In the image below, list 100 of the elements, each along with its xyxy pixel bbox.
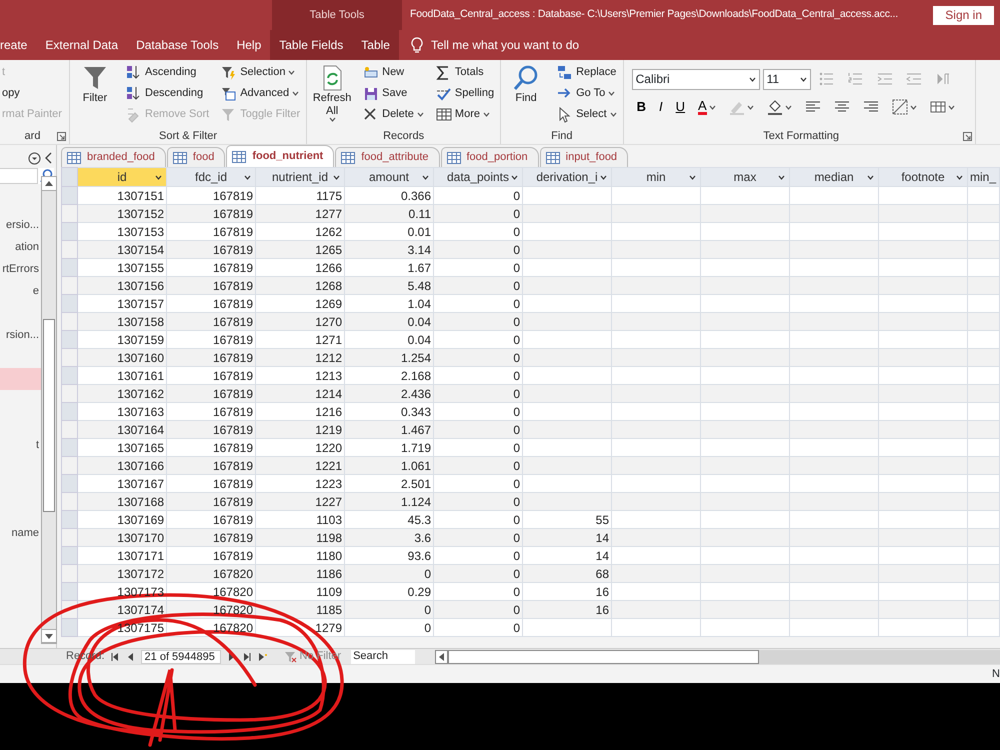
ribbon-button[interactable]: U [670,96,690,118]
table-cell: 167819 [166,528,256,546]
nav-item[interactable]: ation [0,236,41,258]
table-cell: 167819 [166,384,256,402]
column-header[interactable]: fdc_id [166,168,256,186]
ribbon-button[interactable]: Refresh All [311,62,354,128]
ribbon-button[interactable]: Advanced [219,83,302,104]
ribbon-tab[interactable]: Table Fields [270,30,352,60]
nav-item[interactable]: rsion... [0,324,41,346]
caret-icon [288,70,296,75]
paragraph-direction-icon [934,71,951,87]
scroll-down-icon[interactable] [45,634,53,638]
table-cell: 1.467 [344,420,434,438]
column-header[interactable]: min_ [968,168,1000,186]
sign-in-button[interactable]: Sign in [933,6,994,25]
ribbon-tab[interactable]: Help [228,30,270,60]
font-dropdown[interactable]: Calibri [632,68,760,90]
column-header[interactable]: derivation_i [522,168,612,186]
ribbon-button[interactable]: Replace [555,62,619,83]
ribbon-button[interactable]: Go To [555,83,619,104]
column-header[interactable]: median [790,168,878,186]
table-cell: 0 [434,204,522,222]
nav-item[interactable]: name [0,522,41,544]
table-cell: 0 [434,600,522,618]
dropdown-circle-icon[interactable] [28,152,41,164]
horizontal-scrollbar[interactable] [435,650,1000,664]
document-tab[interactable]: food [166,147,226,167]
ribbon-button[interactable]: Descending [124,83,212,104]
nav-item[interactable]: t [0,434,41,456]
ribbon-button[interactable]: New [361,62,426,83]
ribbon-button[interactable]: Save [361,83,426,104]
bullet-list-icon [818,71,835,87]
table-cell: 1221 [256,456,344,474]
ribbon-button[interactable]: Select [555,104,619,125]
caret-icon [422,174,429,180]
caret-icon [610,112,617,117]
column-header[interactable]: nutrient_id [256,168,344,186]
ribbon-button[interactable]: Delete [361,104,426,125]
dialog-launcher-icon[interactable] [962,132,972,141]
column-header[interactable]: footnote [878,168,968,186]
ribbon-button[interactable]: Totals [434,62,496,83]
tell-me-search[interactable]: Tell me what you want to do [430,36,580,54]
group-label: ard [24,129,42,144]
ribbon-button[interactable]: Ascending [124,62,212,83]
document-tab[interactable]: food_attribute [335,147,440,167]
nav-item[interactable]: e [0,280,41,302]
column-header[interactable]: data_points [434,168,522,186]
nav-item[interactable]: rtErrors [0,258,41,280]
ribbon-button[interactable]: Find [505,62,548,128]
table-cell: 1.124 [344,492,434,510]
column-header[interactable]: min [612,168,700,186]
table-cell: 0 [434,492,522,510]
ribbon-button[interactable]: opy [0,83,64,104]
ribbon-button[interactable]: Selection [219,62,302,83]
search-field[interactable] [0,168,38,184]
ribbon-tab[interactable]: Table [352,30,399,60]
ribbon-button[interactable]: Spelling [434,83,496,104]
first-record-button[interactable] [108,652,121,660]
document-tab[interactable]: branded_food [61,147,166,167]
record-position-field[interactable]: 21 of 5944895 [140,650,221,664]
ribbon-tab[interactable]: Database Tools [127,30,228,60]
table-cell: 1307158 [78,312,166,330]
document-tab[interactable]: food_portion [440,147,539,167]
table-icon [546,152,560,164]
scroll-left-icon[interactable] [439,652,444,660]
search-field[interactable]: Search [351,650,416,664]
select-all-corner[interactable] [62,168,78,186]
caret-icon [867,174,874,180]
ribbon-button[interactable]: More [434,104,496,125]
column-header[interactable]: amount [344,168,434,186]
document-tab[interactable]: input_food [540,147,628,167]
table-cell: 167819 [166,312,256,330]
status-text: N [992,666,1000,682]
collapse-chevron-icon[interactable] [45,152,53,164]
caret-icon [778,174,785,180]
spellcheck-icon [436,86,452,102]
ribbon-tab[interactable]: reate [0,30,36,60]
ribbon-tab[interactable]: External Data [36,30,128,60]
scrollbar[interactable] [41,176,57,644]
table-cell: 1186 [256,564,344,582]
column-header[interactable]: id [78,168,166,186]
ribbon-button[interactable]: Filter [74,62,116,128]
new-record-icon [363,64,380,80]
ribbon-button[interactable]: I [654,96,668,118]
table-cell: 68 [522,564,612,582]
scroll-up-icon[interactable] [45,181,53,186]
new-record-button[interactable] [256,652,269,660]
table-icon [436,106,452,122]
table-cell: 0 [434,276,522,294]
font-size-dropdown[interactable]: 11 [762,68,811,90]
ribbon-button[interactable]: B [632,96,652,118]
document-tab[interactable]: food_nutrient [226,145,334,167]
table-cell: 1307160 [78,348,166,366]
nav-item[interactable] [0,368,41,390]
table-cell: 0 [434,348,522,366]
font-color-button[interactable]: A [693,96,721,118]
dialog-launcher-icon[interactable] [57,132,66,141]
column-header[interactable]: max [700,168,790,186]
nav-item[interactable]: ersio... [0,214,41,236]
table-cell: 167819 [166,420,256,438]
